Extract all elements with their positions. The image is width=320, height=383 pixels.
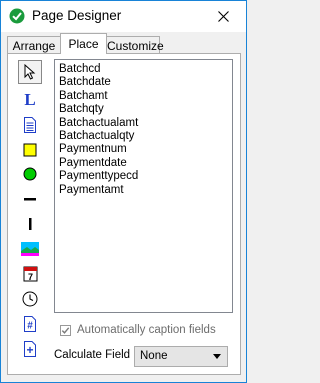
calendar-date-icon-glyph: 7 (27, 272, 32, 282)
auto-caption-option: Automatically caption fields (60, 322, 216, 338)
label-tool[interactable]: L (18, 88, 42, 112)
calendar-date-icon: 7 (23, 266, 37, 282)
window-title: Page Designer (32, 8, 122, 23)
ellipse-tool[interactable] (18, 162, 42, 186)
memo-document-icon (24, 117, 36, 133)
number-tool[interactable]: # (18, 312, 42, 336)
list-item[interactable]: Batchamt (59, 90, 232, 103)
clock-time-icon (22, 291, 38, 307)
checkmark-icon (61, 326, 70, 334)
field-list[interactable]: Batchcd Batchdate Batchamt Batchqty Batc… (54, 59, 233, 313)
app-icon (9, 8, 25, 24)
ellipse-icon (23, 167, 37, 181)
calculate-field-value: None (140, 350, 168, 362)
list-item[interactable]: Batchactualqty (59, 130, 232, 143)
calculated-field-tool[interactable]: + (18, 337, 42, 361)
list-item[interactable]: Paymenttypecd (59, 170, 232, 183)
calculate-field-dropdown[interactable]: None (134, 346, 228, 367)
tab-arrange[interactable]: Arrange (7, 36, 61, 54)
image-tool[interactable] (18, 237, 42, 261)
title-bar: Page Designer (1, 1, 246, 32)
number-field-icon: # (24, 316, 36, 332)
list-item[interactable]: Batchactualamt (59, 117, 232, 130)
pointer-tool[interactable] (18, 60, 42, 84)
date-tool[interactable]: 7 (18, 262, 42, 286)
close-icon (217, 11, 229, 22)
rectangle-tool[interactable] (18, 138, 42, 162)
horizontal-line-icon (24, 198, 36, 201)
image-icon (21, 242, 39, 256)
calculated-field-icon: + (24, 341, 36, 357)
horizontal-line-tool[interactable] (18, 187, 42, 211)
list-item[interactable]: Paymentnum (59, 143, 232, 156)
list-item[interactable]: Batchcd (59, 63, 232, 76)
place-tab-panel: L 7 # + Batchcd Batchdate Batchamt Batch… (7, 53, 241, 375)
page-designer-window: Page Designer Arrange Place Customize L (0, 0, 247, 383)
auto-caption-label: Automatically caption fields (77, 324, 216, 336)
label-text-icon: L (24, 90, 36, 109)
tab-place[interactable]: Place (60, 33, 107, 54)
list-item[interactable]: Paymentamt (59, 184, 232, 197)
list-item[interactable]: Batchqty (59, 103, 232, 116)
vertical-line-tool[interactable] (18, 212, 42, 236)
tab-customize[interactable]: Customize (106, 36, 164, 54)
pointer-icon (24, 64, 36, 80)
auto-caption-checkbox[interactable] (60, 324, 71, 336)
list-item[interactable]: Batchdate (59, 76, 232, 89)
number-field-icon-glyph: # (27, 321, 33, 332)
close-button[interactable] (200, 1, 246, 32)
chevron-down-icon (213, 354, 221, 359)
vertical-line-icon (29, 218, 32, 230)
calculated-field-icon-glyph: + (26, 343, 33, 357)
list-item[interactable]: Paymentdate (59, 157, 232, 170)
time-tool[interactable] (18, 287, 42, 311)
rectangle-icon (23, 143, 37, 157)
memo-tool[interactable] (18, 113, 42, 137)
calculate-field-label: Calculate Field (54, 349, 131, 361)
